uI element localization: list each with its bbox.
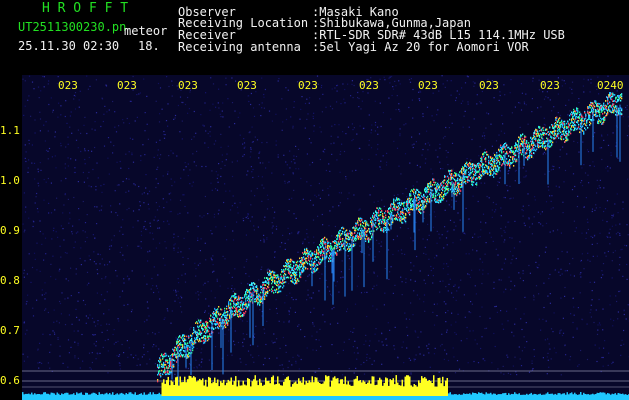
antenna-label: Receiving antenna	[178, 40, 301, 54]
x-tick-label: 023	[58, 79, 78, 92]
spectrogram-plot: 023 023 023 023 023 023 023 023 023 0240	[22, 75, 629, 400]
antenna-value: :5el Yagi Az 20 for Aomori VOR	[312, 40, 529, 54]
x-tick-label: 0240	[597, 79, 624, 92]
x-tick-label: 023	[178, 79, 198, 92]
y-tick-label: 0.6	[0, 374, 20, 387]
y-tick-label: 1.0	[0, 174, 20, 187]
meteor-count: 18.	[138, 39, 160, 53]
app-logo: H R O F F T	[42, 1, 129, 16]
x-tick-label: 023	[237, 79, 257, 92]
y-tick-label: 0.7	[0, 324, 20, 337]
file-name: UT2511300230.pn	[18, 20, 127, 34]
y-tick-label: 0.9	[0, 224, 20, 237]
x-tick-label: 023	[117, 79, 137, 92]
spectrogram-svg: 023 023 023 023 023 023 023 023 023 0240	[22, 75, 629, 400]
x-tick-label: 023	[298, 79, 318, 92]
meteor-label: meteor	[124, 24, 168, 38]
x-tick-label: 023	[479, 79, 499, 92]
header-panel: H R O F F T UT2511300230.pn meteor 25.11…	[0, 0, 629, 88]
y-tick-label: 0.8	[0, 274, 20, 287]
date-time: 25.11.30 02:30	[18, 39, 120, 53]
x-tick-label: 023	[359, 79, 379, 92]
y-tick-label: 1.1	[0, 124, 20, 137]
x-tick-label: 023	[418, 79, 438, 92]
x-tick-label: 023	[540, 79, 560, 92]
